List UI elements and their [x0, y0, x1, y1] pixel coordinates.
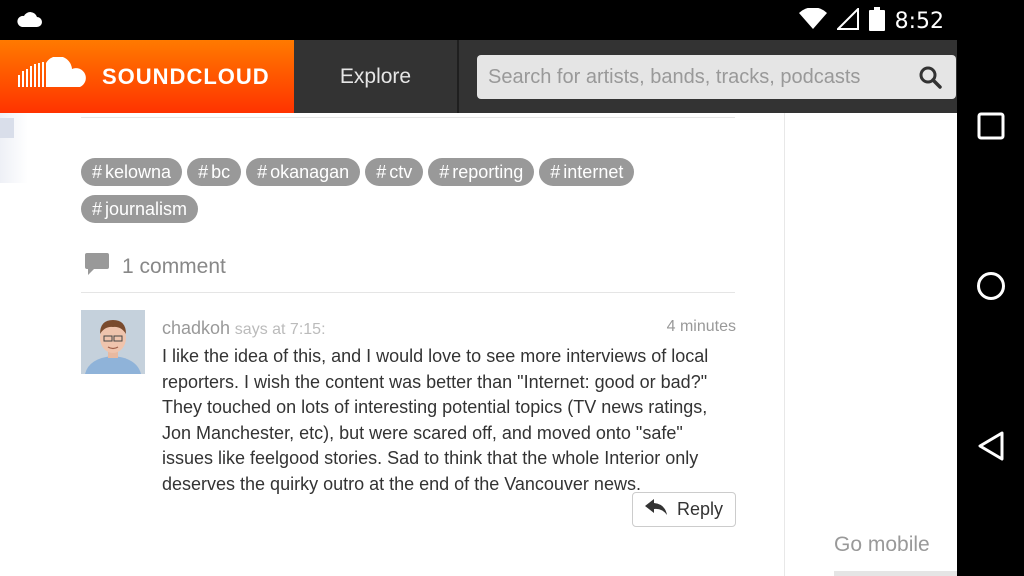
battery-icon	[868, 7, 885, 36]
search-icon[interactable]	[918, 65, 942, 94]
search-input[interactable]	[488, 65, 918, 89]
reply-button[interactable]: Reply	[632, 492, 736, 527]
explore-link[interactable]: Explore	[294, 40, 459, 113]
tag-okanagan[interactable]: # okanagan	[246, 158, 361, 186]
comment-bubble-icon	[84, 252, 110, 282]
tag-reporting[interactable]: # reporting	[428, 158, 535, 186]
tag-kelowna[interactable]: # kelowna	[81, 158, 183, 186]
status-bar: 8:52	[0, 0, 1024, 40]
signal-icon	[835, 6, 859, 35]
go-mobile-link[interactable]: Go mobile	[834, 533, 930, 557]
back-button[interactable]	[957, 418, 1024, 478]
tag-bc[interactable]: # bc	[187, 158, 242, 186]
soundcloud-cloud-icon	[18, 56, 90, 96]
brand-wordmark: SOUNDCLOUD	[102, 63, 270, 89]
square-icon	[977, 112, 1005, 145]
clock: 8:52	[894, 9, 944, 34]
recents-button[interactable]	[957, 98, 1024, 158]
search-box	[477, 55, 956, 99]
comment-says: says at 7:15:	[234, 321, 326, 338]
comment-author[interactable]: chadkoh	[162, 318, 230, 338]
avatar[interactable]	[81, 310, 145, 374]
comment: chadkoh says at 7:15: 4 minutes I like t…	[162, 318, 736, 498]
column-divider	[784, 113, 785, 576]
comment-timestamp[interactable]: 4 minutes	[667, 318, 736, 336]
divider	[81, 117, 735, 118]
tag-ctv[interactable]: # ctv	[365, 158, 424, 186]
tag-list: # kelowna # bc # okanagan # ctv # reporting # inter…	[81, 158, 741, 232]
back-triangle-icon	[977, 431, 1005, 466]
navigation-bar	[957, 40, 1024, 576]
cloud-icon	[16, 12, 42, 33]
comment-count[interactable]: 1 comment	[122, 255, 226, 279]
comments-header: 1 comment	[84, 252, 226, 282]
tag-journalism[interactable]: # journalism	[81, 195, 199, 223]
soundcloud-logo[interactable]: SOUNDCLOUD	[0, 40, 294, 113]
divider	[834, 571, 957, 576]
divider	[81, 292, 735, 293]
circle-icon	[976, 271, 1006, 306]
reply-label: Reply	[676, 499, 724, 519]
comment-body: I like the idea of this, and I would lov…	[162, 346, 709, 494]
reply-arrow-icon	[644, 499, 667, 520]
side-decoration-mark	[0, 118, 14, 138]
tag-internet[interactable]: # internet	[539, 158, 635, 186]
browser-viewport: SOUNDCLOUD Explore #kelowna#bc#okanagan#…	[0, 40, 957, 576]
site-header: SOUNDCLOUD Explore	[0, 40, 957, 113]
home-button[interactable]	[957, 258, 1024, 318]
wifi-icon	[798, 7, 827, 35]
comment-meta: chadkoh says at 7:15: 4 minutes	[162, 318, 736, 340]
